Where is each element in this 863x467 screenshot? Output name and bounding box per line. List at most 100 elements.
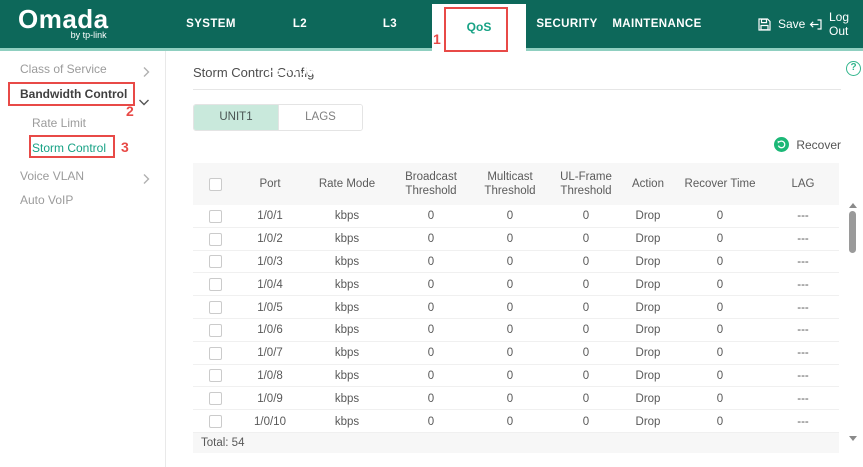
cell-multicast-threshold: 0: [506, 415, 514, 428]
sidebar-item-class-of-service[interactable]: Class of Service: [0, 57, 166, 81]
cell-lag: ---: [797, 415, 809, 428]
cell-recover-time: 0: [716, 301, 724, 314]
row-checkbox[interactable]: [208, 323, 222, 337]
cell-recover-time: 0: [716, 347, 724, 360]
row-checkbox[interactable]: [208, 255, 222, 269]
cell-broadcast-threshold: 0: [427, 255, 435, 268]
cell-rate-mode: kbps: [334, 255, 360, 268]
row-checkbox-cell: [193, 342, 237, 365]
row-checkbox-cell: [193, 273, 237, 296]
sidebar-item-rate-limit[interactable]: Rate Limit: [0, 111, 166, 135]
sidebar-item-label: Rate Limit: [32, 116, 87, 130]
cell-rate-mode: kbps: [334, 210, 360, 223]
row-checkbox-cell: [193, 251, 237, 274]
cell-action: Drop: [635, 233, 661, 246]
cell-port: 1/0/5: [257, 301, 283, 314]
cell-recover-time: 0: [716, 210, 724, 223]
cell-multicast-threshold: 0: [506, 324, 514, 337]
row-checkbox-cell: [193, 387, 237, 410]
tab-lags[interactable]: LAGS: [278, 105, 362, 130]
scrollbar-up-arrow[interactable]: [849, 203, 857, 208]
cell-port: 1/0/3: [257, 255, 283, 268]
cell-broadcast-threshold: 0: [427, 210, 435, 223]
help-icon[interactable]: ?: [846, 61, 861, 76]
tab-unit1[interactable]: UNIT1: [194, 105, 278, 130]
cell-lag: ---: [797, 324, 809, 337]
cell-ul-frame-threshold: 0: [582, 233, 590, 246]
row-checkbox-cell: [193, 296, 237, 319]
table-row: 1/0/1 kbps 0 0 0 Drop 0 ---: [193, 205, 839, 228]
column-header-broadcast-threshold: Broadcast Threshold: [405, 170, 457, 197]
row-checkbox[interactable]: [208, 346, 222, 360]
table-row: 1/0/6 kbps 0 0 0 Drop 0 ---: [193, 319, 839, 342]
column-header-ul-frame-threshold: UL-Frame Threshold: [560, 170, 612, 197]
cell-action: Drop: [635, 415, 661, 428]
table-row: 1/0/9 kbps 0 0 0 Drop 0 ---: [193, 387, 839, 411]
cell-broadcast-threshold: 0: [427, 392, 435, 405]
row-checkbox-cell: [193, 365, 237, 388]
sidebar-item-label: Voice VLAN: [20, 169, 85, 183]
cell-rate-mode: kbps: [334, 278, 360, 291]
save-icon: [757, 17, 772, 32]
cell-lag: ---: [797, 347, 809, 360]
cell-multicast-threshold: 0: [506, 233, 514, 246]
select-all-checkbox[interactable]: [208, 177, 222, 191]
table-row: 1/0/4 kbps 0 0 0 Drop 0 ---: [193, 273, 839, 297]
cell-broadcast-threshold: 0: [427, 369, 435, 382]
sidebar-item-auto-voip[interactable]: Auto VoIP: [0, 188, 166, 212]
cell-ul-frame-threshold: 0: [582, 392, 590, 405]
table-total: Total: 54: [193, 433, 839, 453]
table-row: 1/0/3 kbps 0 0 0 Drop 0 ---: [193, 251, 839, 274]
cell-action: Drop: [635, 369, 661, 382]
recover-icon: [774, 137, 790, 152]
cell-port: 1/0/7: [257, 347, 283, 360]
table-scrollbar[interactable]: [848, 203, 857, 441]
cell-action: Drop: [635, 210, 661, 223]
cell-recover-time: 0: [716, 369, 724, 382]
header-checkbox-cell: [193, 163, 237, 205]
scrollbar-thumb[interactable]: [849, 211, 856, 253]
nav-item-maintenance[interactable]: MAINTENANCE: [612, 0, 702, 48]
cell-multicast-threshold: 0: [506, 255, 514, 268]
row-checkbox[interactable]: [208, 392, 222, 406]
cell-lag: ---: [797, 233, 809, 246]
row-checkbox[interactable]: [208, 232, 222, 246]
cell-broadcast-threshold: 0: [427, 415, 435, 428]
nav-item-l2-features[interactable]: L2 FEATURES: [260, 0, 340, 78]
column-header-multicast-threshold: Multicast Threshold: [484, 170, 536, 197]
cell-ul-frame-threshold: 0: [582, 278, 590, 291]
row-checkbox[interactable]: [208, 301, 222, 315]
column-header-port: Port: [259, 177, 281, 190]
row-checkbox[interactable]: [208, 415, 222, 429]
cell-ul-frame-threshold: 0: [582, 347, 590, 360]
cell-ul-frame-threshold: 0: [582, 369, 590, 382]
nav-item-system[interactable]: SYSTEM: [178, 0, 244, 48]
cell-port: 1/0/10: [254, 415, 286, 428]
annotation-step-1: 1: [433, 31, 441, 47]
table-row: 1/0/5 kbps 0 0 0 Drop 0 ---: [193, 296, 839, 319]
row-checkbox[interactable]: [208, 278, 222, 292]
sidebar-item-voice-vlan[interactable]: Voice VLAN: [0, 164, 166, 188]
cell-action: Drop: [635, 392, 661, 405]
cell-port: 1/0/2: [257, 233, 283, 246]
nav-item-l3-features[interactable]: L3 FEATURES: [350, 0, 430, 78]
logout-button[interactable]: Log Out: [808, 0, 863, 48]
logo-title: Omada: [18, 4, 109, 34]
cell-action: Drop: [635, 278, 661, 291]
nav-item-security[interactable]: SECURITY: [532, 0, 602, 48]
cell-broadcast-threshold: 0: [427, 278, 435, 291]
row-checkbox[interactable]: [208, 209, 222, 223]
column-header-action: Action: [632, 177, 664, 190]
cell-multicast-threshold: 0: [506, 392, 514, 405]
main-content: Storm Control Config ? UNIT1 LAGS Recove…: [167, 51, 863, 467]
cell-broadcast-threshold: 0: [427, 347, 435, 360]
cell-lag: ---: [797, 301, 809, 314]
omada-logo: Omada by tp-link: [18, 6, 109, 40]
row-checkbox-cell: [193, 205, 237, 228]
row-checkbox-cell: [193, 410, 237, 433]
save-button[interactable]: Save: [757, 0, 805, 48]
cell-ul-frame-threshold: 0: [582, 415, 590, 428]
recover-button[interactable]: Recover: [774, 137, 841, 152]
row-checkbox[interactable]: [208, 369, 222, 383]
scrollbar-down-arrow[interactable]: [849, 436, 857, 441]
